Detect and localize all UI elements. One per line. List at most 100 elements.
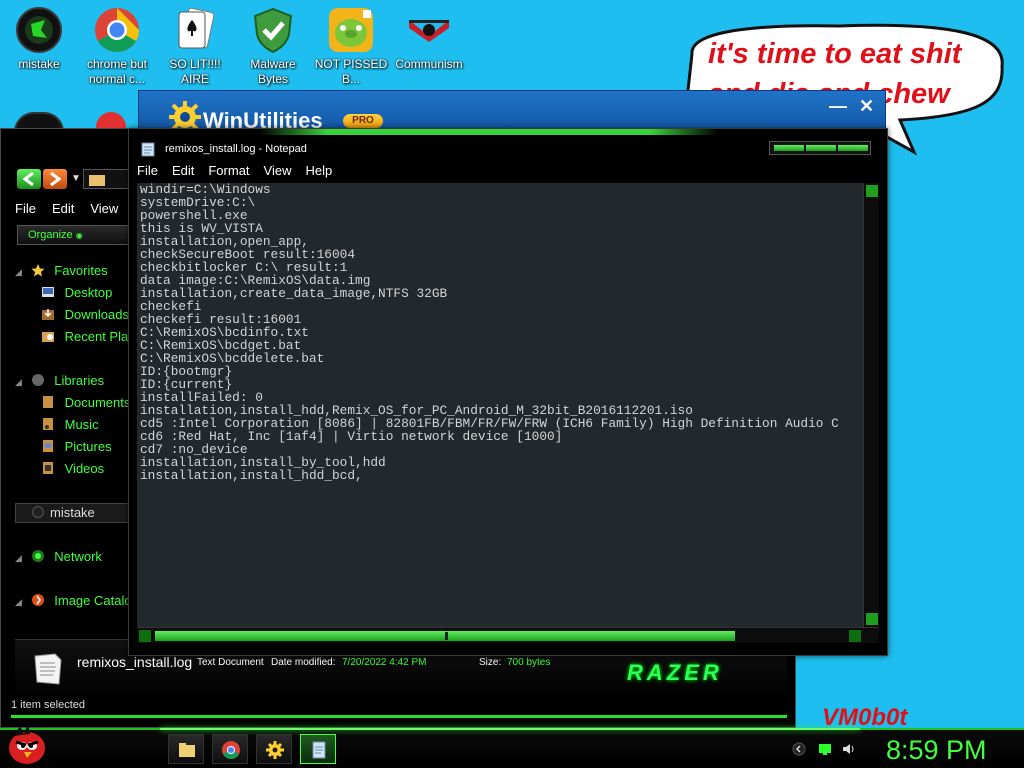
menu-help[interactable]: Help: [305, 163, 332, 178]
text-line: installation,create_data_image,NTFS 32GB: [140, 286, 448, 301]
arrow-left-icon: [22, 171, 34, 187]
volume-icon[interactable]: [842, 742, 856, 756]
expand-icon[interactable]: ◢: [15, 592, 23, 612]
sidebar-label: Favorites: [54, 263, 108, 278]
horizontal-scrollbar[interactable]: [137, 627, 879, 643]
arrow-right-icon: [50, 171, 62, 187]
sidebar-item-favorites[interactable]: ◢ Favorites: [15, 261, 108, 281]
notepad-text-area[interactable]: windir=C:\Windows systemDrive:C:\ powers…: [137, 183, 863, 627]
shield-check-icon: [253, 7, 293, 54]
taskbar-clock[interactable]: 8:59 PM: [886, 734, 987, 766]
forward-button[interactable]: [43, 169, 67, 189]
details-type: Text Document: [197, 657, 264, 668]
sidebar-item-network[interactable]: ◢ Network: [15, 547, 102, 567]
documents-icon: [43, 396, 53, 408]
explorer-menu-view[interactable]: View: [90, 201, 118, 216]
explorer-menu-edit[interactable]: Edit: [52, 201, 74, 216]
sidebar-item-downloads[interactable]: Downloads: [41, 305, 129, 325]
start-button[interactable]: [4, 724, 50, 764]
text-line: ID:{bootmgr}: [140, 364, 233, 379]
explorer-nav: ▼: [15, 169, 137, 193]
desktop-icon-solitaire[interactable]: SO LIT!!!! AIRE: [156, 0, 234, 87]
taskbar-chrome[interactable]: [212, 734, 248, 764]
scroll-left-button[interactable]: [139, 630, 151, 642]
details-size-label: Size:: [479, 657, 502, 668]
sidebar-item-mistake[interactable]: mistake: [15, 503, 131, 523]
sidebar-label: Image Catalo: [54, 593, 132, 608]
tray-chevron-icon[interactable]: [792, 742, 806, 756]
scroll-down-button[interactable]: [866, 613, 878, 625]
chrome-icon: [222, 741, 240, 759]
scroll-right-button[interactable]: [849, 630, 861, 642]
chevron-down-icon[interactable]: ▼: [71, 173, 81, 184]
taskbar-file-explorer[interactable]: [168, 734, 204, 764]
expand-icon[interactable]: ◢: [15, 548, 23, 568]
explorer-menubar: File Edit View: [15, 201, 145, 219]
desktop-icon-communism[interactable]: Communism: [390, 0, 468, 72]
desktop-icon-angry-birds[interactable]: NOT PISSED B...: [312, 0, 390, 87]
sidebar-item-videos[interactable]: Videos: [41, 459, 104, 479]
status-bar-text: 1 item selected: [11, 699, 85, 711]
image-catalog-icon: [31, 594, 44, 606]
videos-icon: [43, 462, 53, 474]
menu-format[interactable]: Format: [208, 163, 249, 178]
sidebar-label: Network: [54, 549, 102, 564]
downloads-folder-icon: [42, 309, 54, 320]
network-icon: [31, 550, 44, 562]
sidebar-item-desktop[interactable]: Desktop: [41, 283, 112, 303]
sidebar-item-libraries[interactable]: ◢ Libraries: [15, 371, 104, 391]
notepad-icon: [312, 741, 326, 759]
expand-icon[interactable]: ◢: [15, 262, 23, 282]
network-tray-icon[interactable]: [818, 742, 832, 756]
sidebar-label: Libraries: [54, 373, 105, 388]
razer-ball-icon: [16, 7, 62, 53]
gear-icon: [266, 741, 284, 759]
vertical-scrollbar[interactable]: [863, 183, 879, 627]
desktop-folder-icon: [42, 287, 54, 297]
taskbar-notepad[interactable]: [300, 734, 336, 764]
file-explorer-icon: [179, 743, 195, 757]
recent-places-icon: [42, 332, 54, 342]
chrome-icon: [95, 8, 139, 52]
sidebar-item-recent-places[interactable]: Recent Pla: [41, 327, 128, 347]
text-document-icon: [34, 653, 62, 685]
expand-icon[interactable]: ◢: [15, 372, 23, 392]
explorer-menu-file[interactable]: File: [15, 201, 36, 216]
sidebar-item-documents[interactable]: Documents: [41, 393, 130, 413]
winutilities-minimize-button[interactable]: —: [829, 96, 847, 117]
notepad-title: remixos_install.log - Notepad: [165, 143, 307, 155]
notepad-menubar: File Edit Format View Help: [137, 163, 346, 181]
close-button[interactable]: [838, 145, 868, 151]
menu-file[interactable]: File: [137, 163, 158, 178]
desktop-icon-mistake[interactable]: mistake: [0, 0, 78, 72]
desktop-icon-malwarebytes[interactable]: Malware Bytes: [234, 0, 312, 87]
solitaire-icon: [178, 7, 215, 49]
desktop-icon-chrome[interactable]: chrome but normal c...: [78, 0, 156, 87]
sidebar-label: mistake: [50, 505, 95, 520]
sidebar-label: Downloads: [64, 307, 129, 322]
text-line: C:\RemixOS\bcddelete.bat: [140, 351, 325, 366]
maximize-button[interactable]: [806, 145, 836, 151]
winutilities-close-button[interactable]: ✕: [859, 96, 874, 117]
details-date-label: Date modified:: [271, 657, 336, 668]
organize-label: Organize: [28, 229, 73, 241]
pro-badge: PRO: [343, 114, 383, 128]
explorer-accent-line: [11, 715, 787, 718]
sidebar-label: Desktop: [64, 285, 113, 300]
scroll-up-button[interactable]: [866, 185, 878, 197]
notepad-accent-bar: [259, 129, 719, 135]
taskbar-winutilities[interactable]: [256, 734, 292, 764]
notepad-icon: [141, 142, 155, 157]
back-button[interactable]: [17, 169, 41, 189]
menu-view[interactable]: View: [264, 163, 292, 178]
sidebar-item-music[interactable]: Music: [41, 415, 99, 435]
sidebar-item-pictures[interactable]: Pictures: [41, 437, 112, 457]
libraries-icon: [31, 374, 44, 386]
sidebar-item-image-catalog[interactable]: ◢ Image Catalo: [15, 591, 132, 611]
menu-edit[interactable]: Edit: [172, 163, 194, 178]
sidebar-label: Documents: [64, 395, 131, 410]
organize-button[interactable]: Organize ◉: [17, 225, 129, 245]
details-date-value: 7/20/2022 4:42 PM: [342, 657, 427, 668]
details-filename: remixos_install.log: [77, 654, 193, 670]
minimize-button[interactable]: [774, 145, 804, 151]
